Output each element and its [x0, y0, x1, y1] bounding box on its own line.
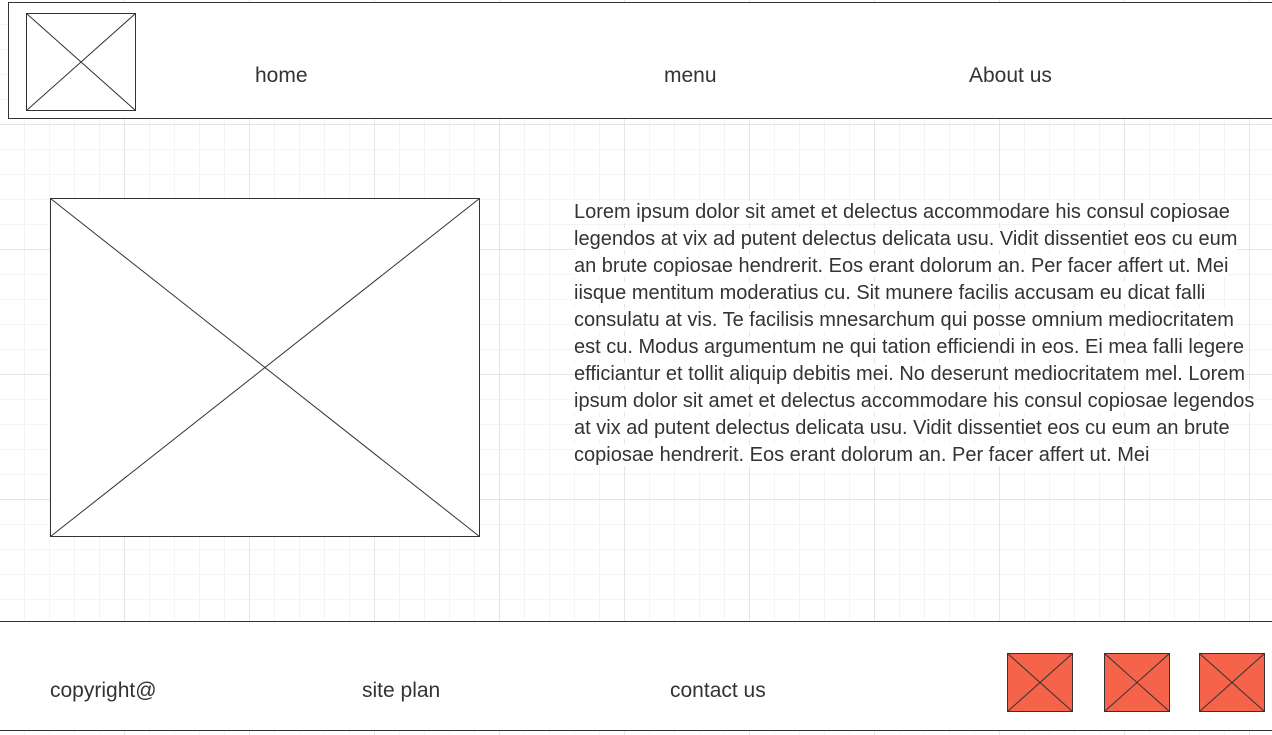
social-placeholder-icon[interactable]: [1199, 653, 1265, 712]
contact-us-link[interactable]: contact us: [670, 679, 766, 703]
social-placeholder-icon[interactable]: [1007, 653, 1073, 712]
social-placeholder-icon[interactable]: [1104, 653, 1170, 712]
nav-about-link[interactable]: About us: [969, 64, 1052, 88]
site-plan-link[interactable]: site plan: [362, 679, 440, 703]
nav-menu-link[interactable]: menu: [664, 64, 717, 88]
site-header: home menu About us: [8, 2, 1272, 119]
body-paragraph: Lorem ipsum dolor sit amet et delectus a…: [574, 201, 1255, 466]
logo-placeholder-icon[interactable]: [26, 13, 136, 111]
nav-home-link[interactable]: home: [255, 64, 308, 88]
copyright-text: copyright@: [50, 679, 157, 702]
image-placeholder-icon: [50, 198, 480, 537]
site-footer: copyright@ site plan contact us: [0, 621, 1272, 731]
body-text: Lorem ipsum dolor sit amet et delectus a…: [574, 199, 1264, 523]
